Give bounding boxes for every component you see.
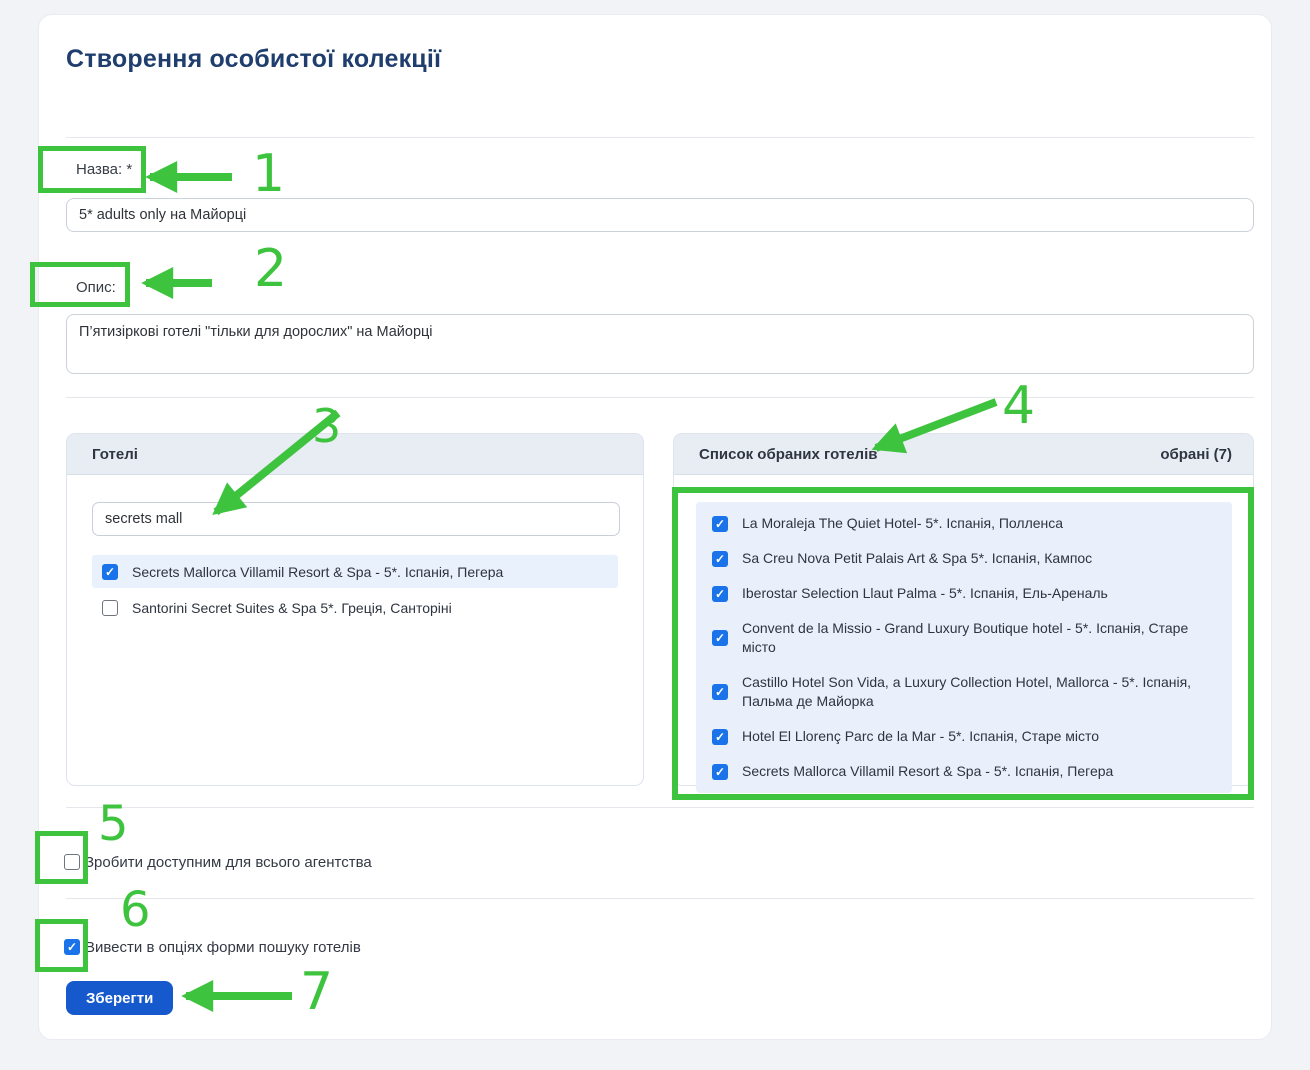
divider	[66, 898, 1254, 899]
divider	[66, 397, 1254, 398]
name-input[interactable]	[66, 198, 1254, 232]
selected-hotel-checkbox[interactable]	[712, 764, 728, 780]
selected-hotel-row[interactable]: Secrets Mallorca Villamil Resort & Spa -…	[696, 754, 1232, 789]
selected-hotel-checkbox[interactable]	[712, 630, 728, 646]
selected-hotel-checkbox[interactable]	[712, 516, 728, 532]
selected-hotel-label: Secrets Mallorca Villamil Resort & Spa -…	[742, 762, 1113, 781]
selected-hotel-row[interactable]: La Moraleja The Quiet Hotel- 5*. Іспанія…	[696, 506, 1232, 541]
hotel-search-input[interactable]	[92, 502, 620, 536]
hotel-checkbox-unchecked[interactable]	[102, 600, 118, 616]
hotels-panel-header: Готелі	[67, 434, 643, 475]
description-label: Опис:	[76, 279, 116, 296]
hotel-result-row[interactable]: Santorini Secret Suites & Spa 5*. Греція…	[92, 591, 618, 624]
divider	[66, 807, 1254, 808]
hotels-panel-title: Готелі	[92, 446, 138, 463]
hotel-result-label: Secrets Mallorca Villamil Resort & Spa -…	[132, 564, 503, 580]
hotels-panel: Готелі Secrets Mallorca Villamil Resort …	[66, 433, 644, 786]
selected-hotel-row[interactable]: Hotel El Llorenç Parc de la Mar - 5*. Іс…	[696, 719, 1232, 754]
selected-hotel-row[interactable]: Iberostar Selection Llaut Palma - 5*. Іс…	[696, 576, 1232, 611]
hotels-panel-body: Secrets Mallorca Villamil Resort & Spa -…	[67, 502, 643, 624]
save-button[interactable]: Зберегти	[66, 981, 173, 1015]
agency-checkbox[interactable]	[64, 854, 80, 870]
selected-hotel-label: Castillo Hotel Son Vida, a Luxury Collec…	[742, 673, 1216, 711]
selected-panel-header: Список обраних готелів обрані (7)	[674, 434, 1253, 475]
selected-panel-body: La Moraleja The Quiet Hotel- 5*. Іспанія…	[674, 502, 1253, 793]
divider	[66, 137, 1254, 138]
selected-hotel-label: Hotel El Llorenç Parc de la Mar - 5*. Іс…	[742, 727, 1099, 746]
selected-hotel-checkbox[interactable]	[712, 586, 728, 602]
agency-checkbox-label: Зробити доступним для всього агентства	[85, 854, 372, 871]
name-label: Назва: *	[76, 161, 132, 178]
selected-hotel-checkbox[interactable]	[712, 684, 728, 700]
selected-hotel-label: La Moraleja The Quiet Hotel- 5*. Іспанія…	[742, 514, 1063, 533]
selected-hotel-row[interactable]: Castillo Hotel Son Vida, a Luxury Collec…	[696, 665, 1232, 719]
selected-panel-title: Список обраних готелів	[699, 446, 877, 463]
hotel-result-row[interactable]: Secrets Mallorca Villamil Resort & Spa -…	[92, 555, 618, 588]
selected-hotels-panel: Список обраних готелів обрані (7) La Mor…	[673, 433, 1254, 786]
search-form-checkbox[interactable]	[64, 939, 80, 955]
selected-hotel-checkbox[interactable]	[712, 729, 728, 745]
selected-hotel-label: Sa Creu Nova Petit Palais Art & Spa 5*. …	[742, 549, 1092, 568]
selected-hotel-label: Convent de la Missio - Grand Luxury Bout…	[742, 619, 1216, 657]
description-input[interactable]: П’ятизіркові готелі "тільки для дорослих…	[66, 314, 1254, 374]
selected-hotel-checkbox[interactable]	[712, 551, 728, 567]
selected-count-badge: обрані (7)	[1160, 446, 1232, 463]
hotel-result-label: Santorini Secret Suites & Spa 5*. Греція…	[132, 600, 452, 616]
hotel-checkbox-checked[interactable]	[102, 564, 118, 580]
create-collection-card: Створення особистої колекції Назва: * Оп…	[38, 14, 1272, 1040]
selected-hotels-list: La Moraleja The Quiet Hotel- 5*. Іспанія…	[696, 502, 1232, 793]
selected-hotel-row[interactable]: Convent de la Missio - Grand Luxury Bout…	[696, 611, 1232, 665]
page-title: Створення особистої колекції	[66, 45, 441, 74]
search-form-checkbox-label: Вивести в опціях форми пошуку готелів	[85, 939, 361, 956]
selected-hotel-label: Iberostar Selection Llaut Palma - 5*. Іс…	[742, 584, 1108, 603]
selected-hotel-row[interactable]: Sa Creu Nova Petit Palais Art & Spa 5*. …	[696, 541, 1232, 576]
